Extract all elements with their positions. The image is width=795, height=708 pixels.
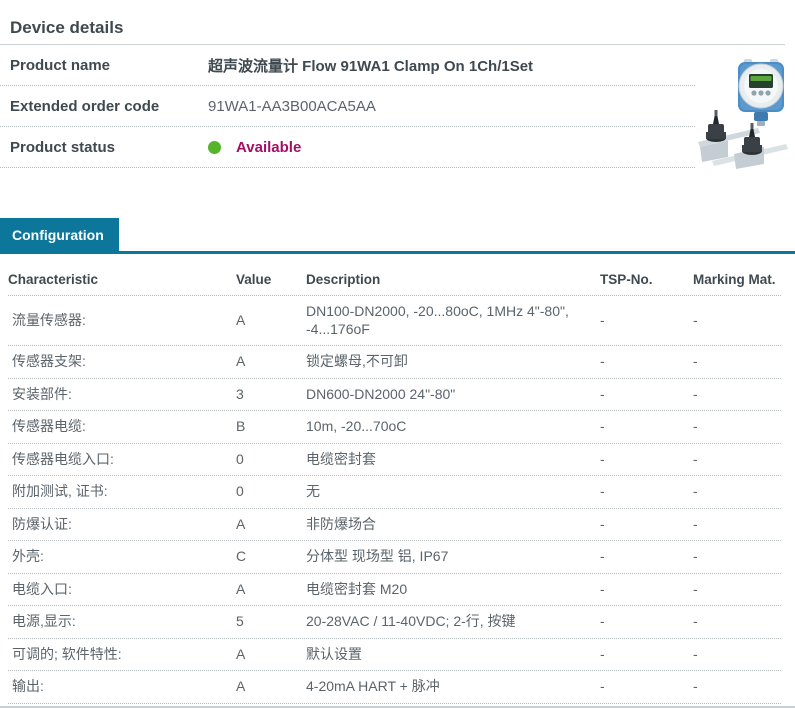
row-marking-mat: - bbox=[693, 639, 781, 671]
product-status-label: Product status bbox=[0, 139, 208, 156]
row-characteristic: 传感器电缆入口: bbox=[8, 444, 236, 476]
row-description: 分体型 现场型 铝, IP67 bbox=[306, 541, 600, 573]
row-tsp-no: - bbox=[600, 606, 693, 638]
table-row: 传感器电缆入口: 0 电缆密封套 - - bbox=[8, 444, 781, 477]
table-row: 电源,显示: 5 20-28VAC / 11-40VDC; 2-行, 按键 - … bbox=[8, 606, 781, 639]
row-value: A bbox=[236, 346, 306, 378]
row-marking-mat: - bbox=[693, 606, 781, 638]
row-tsp-no: - bbox=[600, 305, 693, 337]
row-marking-mat: - bbox=[693, 346, 781, 378]
table-row: 可调的; 软件特性: A 默认设置 - - bbox=[8, 639, 781, 672]
row-value: B bbox=[236, 411, 306, 443]
header-value: Value bbox=[236, 267, 306, 294]
table-row: 附加测试, 证书: 0 无 - - bbox=[8, 476, 781, 509]
row-tsp-no: - bbox=[600, 379, 693, 411]
tab-bar: Configuration bbox=[0, 218, 795, 254]
row-tsp-no: - bbox=[600, 346, 693, 378]
row-marking-mat: - bbox=[693, 574, 781, 606]
table-row: 防爆认证: A 非防爆场合 - - bbox=[8, 509, 781, 542]
row-value: C bbox=[236, 541, 306, 573]
row-characteristic: 防爆认证: bbox=[8, 509, 236, 541]
order-code-label: Extended order code bbox=[0, 98, 208, 115]
table-row: 电缆入口: A 电缆密封套 M20 - - bbox=[8, 574, 781, 607]
row-characteristic: 流量传感器: bbox=[8, 305, 236, 337]
configuration-table: Characteristic Value Description TSP-No.… bbox=[8, 266, 781, 704]
row-value: A bbox=[236, 509, 306, 541]
row-tsp-no: - bbox=[600, 509, 693, 541]
table-header-row: Characteristic Value Description TSP-No.… bbox=[8, 266, 781, 296]
tab-configuration[interactable]: Configuration bbox=[0, 218, 119, 251]
transmitter-graphic bbox=[738, 59, 784, 126]
row-value: 0 bbox=[236, 476, 306, 508]
row-tsp-no: - bbox=[600, 574, 693, 606]
order-code-value: 91WA1-AA3B00ACA5AA bbox=[208, 98, 376, 115]
row-tsp-no: - bbox=[600, 411, 693, 443]
row-characteristic: 外壳: bbox=[8, 541, 236, 573]
row-description: 10m, -20...70oC bbox=[306, 411, 600, 443]
row-characteristic: 传感器支架: bbox=[8, 346, 236, 378]
product-image bbox=[698, 58, 790, 174]
row-description: DN100-DN2000, -20...80oC, 1MHz 4"-80", -… bbox=[306, 296, 600, 345]
row-value: 3 bbox=[236, 379, 306, 411]
row-tsp-no: - bbox=[600, 444, 693, 476]
row-description: 锁定螺母,不可卸 bbox=[306, 346, 600, 378]
page-title: Device details bbox=[10, 14, 785, 44]
header-characteristic: Characteristic bbox=[8, 267, 236, 294]
header-marking-mat: Marking Mat. bbox=[693, 267, 781, 294]
sensors-graphic bbox=[698, 110, 788, 169]
row-description: 20-28VAC / 11-40VDC; 2-行, 按键 bbox=[306, 606, 600, 638]
row-marking-mat: - bbox=[693, 476, 781, 508]
row-characteristic: 电源,显示: bbox=[8, 606, 236, 638]
row-marking-mat: - bbox=[693, 444, 781, 476]
row-marking-mat: - bbox=[693, 509, 781, 541]
row-value: A bbox=[236, 305, 306, 337]
row-tsp-no: - bbox=[600, 476, 693, 508]
row-value: 5 bbox=[236, 606, 306, 638]
product-status-row: Product status Available bbox=[0, 127, 695, 168]
header-description: Description bbox=[306, 267, 600, 294]
table-row: 传感器支架: A 锁定螺母,不可卸 - - bbox=[8, 346, 781, 379]
config-table-body: 流量传感器: A DN100-DN2000, -20...80oC, 1MHz … bbox=[8, 296, 781, 704]
row-marking-mat: - bbox=[693, 305, 781, 337]
product-name-value: 超声波流量计 Flow 91WA1 Clamp On 1Ch/1Set bbox=[208, 55, 533, 76]
row-characteristic: 安装部件: bbox=[8, 379, 236, 411]
row-tsp-no: - bbox=[600, 541, 693, 573]
status-available-icon bbox=[208, 141, 221, 154]
row-characteristic: 传感器电缆: bbox=[8, 411, 236, 443]
row-description: 电缆密封套 M20 bbox=[306, 574, 600, 606]
row-value: 0 bbox=[236, 444, 306, 476]
row-description: 默认设置 bbox=[306, 639, 600, 671]
row-description: DN600-DN2000 24"-80" bbox=[306, 379, 600, 411]
row-value: A bbox=[236, 574, 306, 606]
bottom-divider bbox=[0, 706, 795, 708]
table-row: 安装部件: 3 DN600-DN2000 24"-80" - - bbox=[8, 379, 781, 412]
product-name-label: Product name bbox=[0, 57, 208, 74]
row-description: 非防爆场合 bbox=[306, 509, 600, 541]
header-tsp-no: TSP-No. bbox=[600, 267, 693, 294]
row-value: A bbox=[236, 639, 306, 671]
row-characteristic: 附加测试, 证书: bbox=[8, 476, 236, 508]
table-row: 外壳: C 分体型 现场型 铝, IP67 - - bbox=[8, 541, 781, 574]
table-row: 流量传感器: A DN100-DN2000, -20...80oC, 1MHz … bbox=[8, 296, 781, 346]
row-description: 无 bbox=[306, 476, 600, 508]
row-characteristic: 电缆入口: bbox=[8, 574, 236, 606]
product-name-row: Product name 超声波流量计 Flow 91WA1 Clamp On … bbox=[0, 45, 695, 86]
device-rows: Product name 超声波流量计 Flow 91WA1 Clamp On … bbox=[0, 45, 695, 168]
product-status-value: Available bbox=[208, 139, 301, 156]
row-tsp-no: - bbox=[600, 639, 693, 671]
row-marking-mat: - bbox=[693, 541, 781, 573]
order-code-row: Extended order code 91WA1-AA3B00ACA5AA bbox=[0, 86, 695, 127]
status-badge: Available bbox=[236, 139, 301, 156]
device-details-section: Device details Product name 超声波流量计 Flow … bbox=[0, 0, 795, 168]
table-row: 传感器电缆: B 10m, -20...70oC - - bbox=[8, 411, 781, 444]
row-description: 电缆密封套 bbox=[306, 444, 600, 476]
table-row: 输出: A 4-20mA HART + 脉冲 - - bbox=[8, 671, 781, 704]
row-characteristic: 可调的; 软件特性: bbox=[8, 639, 236, 671]
row-marking-mat: - bbox=[693, 379, 781, 411]
row-marking-mat: - bbox=[693, 411, 781, 443]
